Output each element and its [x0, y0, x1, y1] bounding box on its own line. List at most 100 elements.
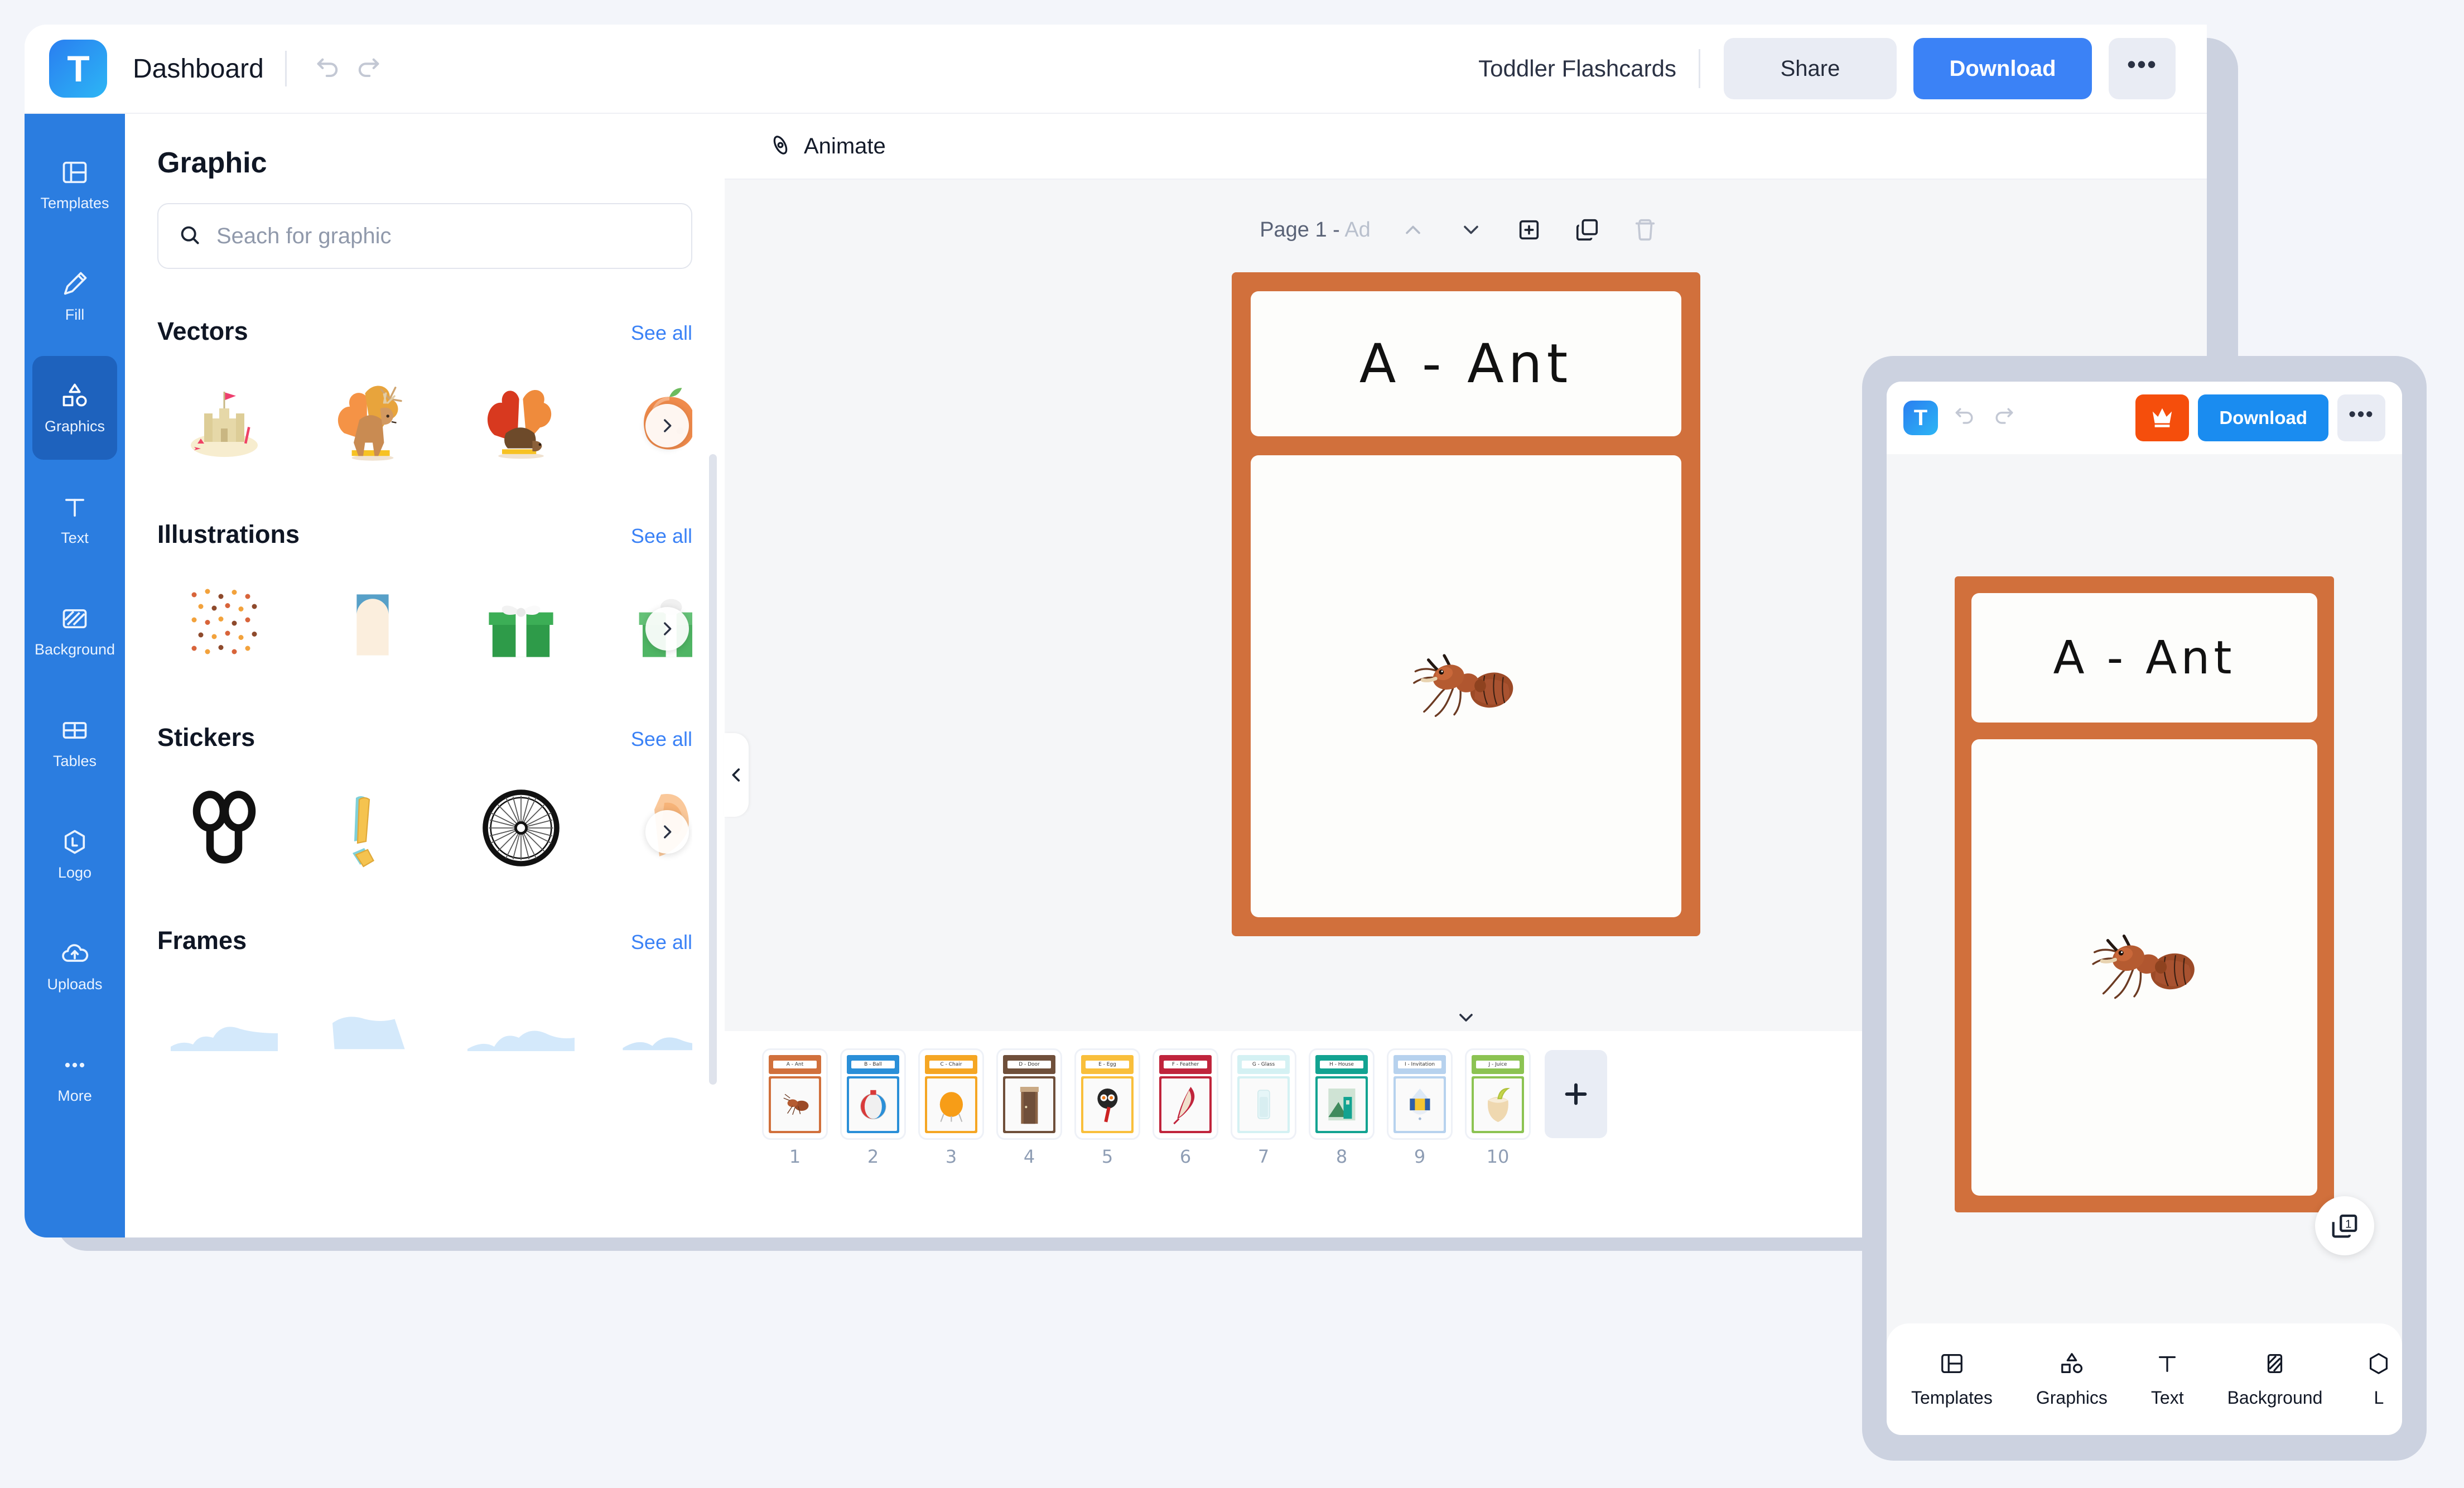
app-logo[interactable]: T	[1903, 401, 1938, 435]
redo-icon[interactable]	[348, 49, 388, 89]
page-thumb-5[interactable]: E - Egg 5	[1076, 1050, 1139, 1167]
share-button[interactable]: Share	[1724, 38, 1897, 99]
graphic-thumb[interactable]	[306, 360, 440, 483]
page-number: 5	[1101, 1146, 1113, 1167]
page-thumb-1[interactable]: A - Ant 1	[764, 1050, 826, 1167]
pages-panel-toggle[interactable]	[1421, 1003, 1511, 1031]
vectors-next-arrow[interactable]	[645, 404, 689, 447]
page-thumb-title-bar: J - Juice	[1472, 1055, 1524, 1074]
nav-item-label: Background	[2227, 1387, 2323, 1408]
sidebar-item-label: Text	[61, 529, 89, 546]
search-box[interactable]	[157, 203, 692, 269]
see-all-vectors[interactable]: See all	[631, 321, 692, 345]
page-thumb-card[interactable]: B - Ball	[842, 1050, 904, 1138]
page-thumb-7[interactable]: G - Glass 7	[1232, 1050, 1295, 1167]
page-layers-button[interactable]: 1	[2315, 1196, 2374, 1255]
sidebar-item-fill[interactable]: Fill	[32, 244, 117, 348]
topbar-divider-2	[1699, 49, 1700, 88]
add-page-button[interactable]	[1545, 1050, 1607, 1138]
graphic-thumb[interactable]	[157, 970, 291, 1092]
see-all-illustrations[interactable]: See all	[631, 524, 692, 548]
document-title[interactable]: Toddler Flashcards	[1478, 55, 1676, 82]
sidebar-item-logo[interactable]: Logo	[32, 802, 117, 906]
sidebar-item-tables[interactable]: Tables	[32, 691, 117, 794]
page-thumb-9[interactable]: I - Invitation 9	[1388, 1050, 1451, 1167]
graphic-thumb[interactable]	[454, 360, 588, 483]
page-number: 6	[1179, 1146, 1192, 1167]
graphic-thumb[interactable]	[306, 564, 440, 686]
download-button[interactable]: Download	[2198, 394, 2328, 441]
page-thumb-6[interactable]: F - Feather 6	[1154, 1050, 1217, 1167]
page-thumb-card[interactable]: J - Juice	[1467, 1050, 1529, 1138]
flashcard[interactable]: A - Ant	[1231, 272, 1700, 936]
graphic-thumb[interactable]	[157, 360, 291, 483]
sidebar-item-background[interactable]: Background	[32, 579, 117, 683]
chevron-up-icon[interactable]	[1386, 203, 1440, 257]
dashboard-link[interactable]: Dashboard	[133, 54, 264, 84]
flashcard-title-box[interactable]: A - Ant	[1971, 593, 2317, 723]
nav-item-logo[interactable]: L	[2366, 1351, 2391, 1408]
more-options-button[interactable]: •••	[2109, 38, 2176, 99]
graphic-thumb[interactable]	[306, 767, 440, 889]
redo-icon[interactable]	[1992, 404, 2016, 432]
page-thumb-body	[1237, 1076, 1290, 1133]
flashcard[interactable]: A - Ant	[1955, 576, 2334, 1212]
graphic-thumb[interactable]	[602, 970, 692, 1092]
page-thumb-card[interactable]: A - Ant	[764, 1050, 826, 1138]
page-thumb-10[interactable]: J - Juice 10	[1467, 1050, 1529, 1167]
stickers-next-arrow[interactable]	[645, 810, 689, 854]
animate-toolbar: Animate	[725, 114, 2207, 180]
search-input[interactable]	[216, 223, 672, 249]
sidebar-item-more[interactable]: More	[32, 1025, 117, 1129]
page-thumb-4[interactable]: D - Door 4	[998, 1050, 1060, 1167]
graphic-thumb[interactable]	[306, 970, 440, 1092]
flashcard-image-box[interactable]	[1250, 455, 1681, 917]
page-thumb-card[interactable]: F - Feather	[1154, 1050, 1217, 1138]
graphic-thumb[interactable]	[454, 564, 588, 686]
chevron-down-icon[interactable]	[1444, 203, 1498, 257]
graphic-thumb[interactable]	[157, 767, 291, 889]
flashcard-title-box[interactable]: A - Ant	[1250, 291, 1681, 436]
page-thumb-card[interactable]: C - Chair	[920, 1050, 982, 1138]
app-logo[interactable]: T	[49, 40, 107, 98]
sidebar-item-text[interactable]: Text	[32, 468, 117, 571]
premium-crown-button[interactable]	[2135, 394, 2190, 441]
animate-label[interactable]: Animate	[804, 134, 886, 159]
page-thumb-card[interactable]: H - House	[1310, 1050, 1373, 1138]
section-title: Illustrations	[157, 520, 300, 548]
see-all-frames[interactable]: See all	[631, 931, 692, 954]
page-thumb-body	[1315, 1076, 1368, 1133]
undo-icon[interactable]	[1952, 404, 1977, 432]
page-thumb-3[interactable]: C - Chair 3	[920, 1050, 982, 1167]
page-thumb-card[interactable]: I - Invitation	[1388, 1050, 1451, 1138]
sidebar-item-templates[interactable]: Templates	[32, 133, 117, 237]
page-thumb-card[interactable]: D - Door	[998, 1050, 1060, 1138]
panel-collapse-button[interactable]	[724, 733, 749, 817]
more-options-button[interactable]: •••	[2337, 394, 2385, 441]
sidebar-item-label: Templates	[40, 194, 109, 211]
graphic-thumb[interactable]	[157, 564, 291, 686]
see-all-stickers[interactable]: See all	[631, 728, 692, 751]
page-thumb-card[interactable]: E - Egg	[1076, 1050, 1139, 1138]
sidebar-item-uploads[interactable]: Uploads	[32, 914, 117, 1018]
sidebar-item-graphics[interactable]: Graphics	[32, 356, 117, 460]
trash-icon[interactable]	[1618, 203, 1672, 257]
panel-scrollbar[interactable]	[709, 454, 717, 1085]
nav-item-graphics[interactable]: Graphics	[2036, 1351, 2108, 1408]
page-thumb-2[interactable]: B - Ball 2	[842, 1050, 904, 1167]
nav-item-background[interactable]: Background	[2227, 1351, 2323, 1408]
undo-icon[interactable]	[308, 49, 348, 89]
duplicate-page-icon[interactable]	[1560, 203, 1614, 257]
download-button[interactable]: Download	[1913, 38, 2092, 99]
illustrations-next-arrow[interactable]	[645, 607, 689, 651]
nav-item-text[interactable]: Text	[2151, 1351, 2184, 1408]
add-page-icon[interactable]	[1502, 203, 1556, 257]
page-indicator: Page 1 - Ad	[1260, 218, 1371, 242]
page-thumb-card[interactable]: G - Glass	[1232, 1050, 1295, 1138]
nav-item-templates[interactable]: Templates	[1911, 1351, 1993, 1408]
graphic-thumb[interactable]	[454, 970, 588, 1092]
section-title: Vectors	[157, 317, 248, 345]
flashcard-image-box[interactable]	[1971, 739, 2317, 1196]
page-thumb-8[interactable]: H - House 8	[1310, 1050, 1373, 1167]
graphic-thumb[interactable]	[454, 767, 588, 889]
